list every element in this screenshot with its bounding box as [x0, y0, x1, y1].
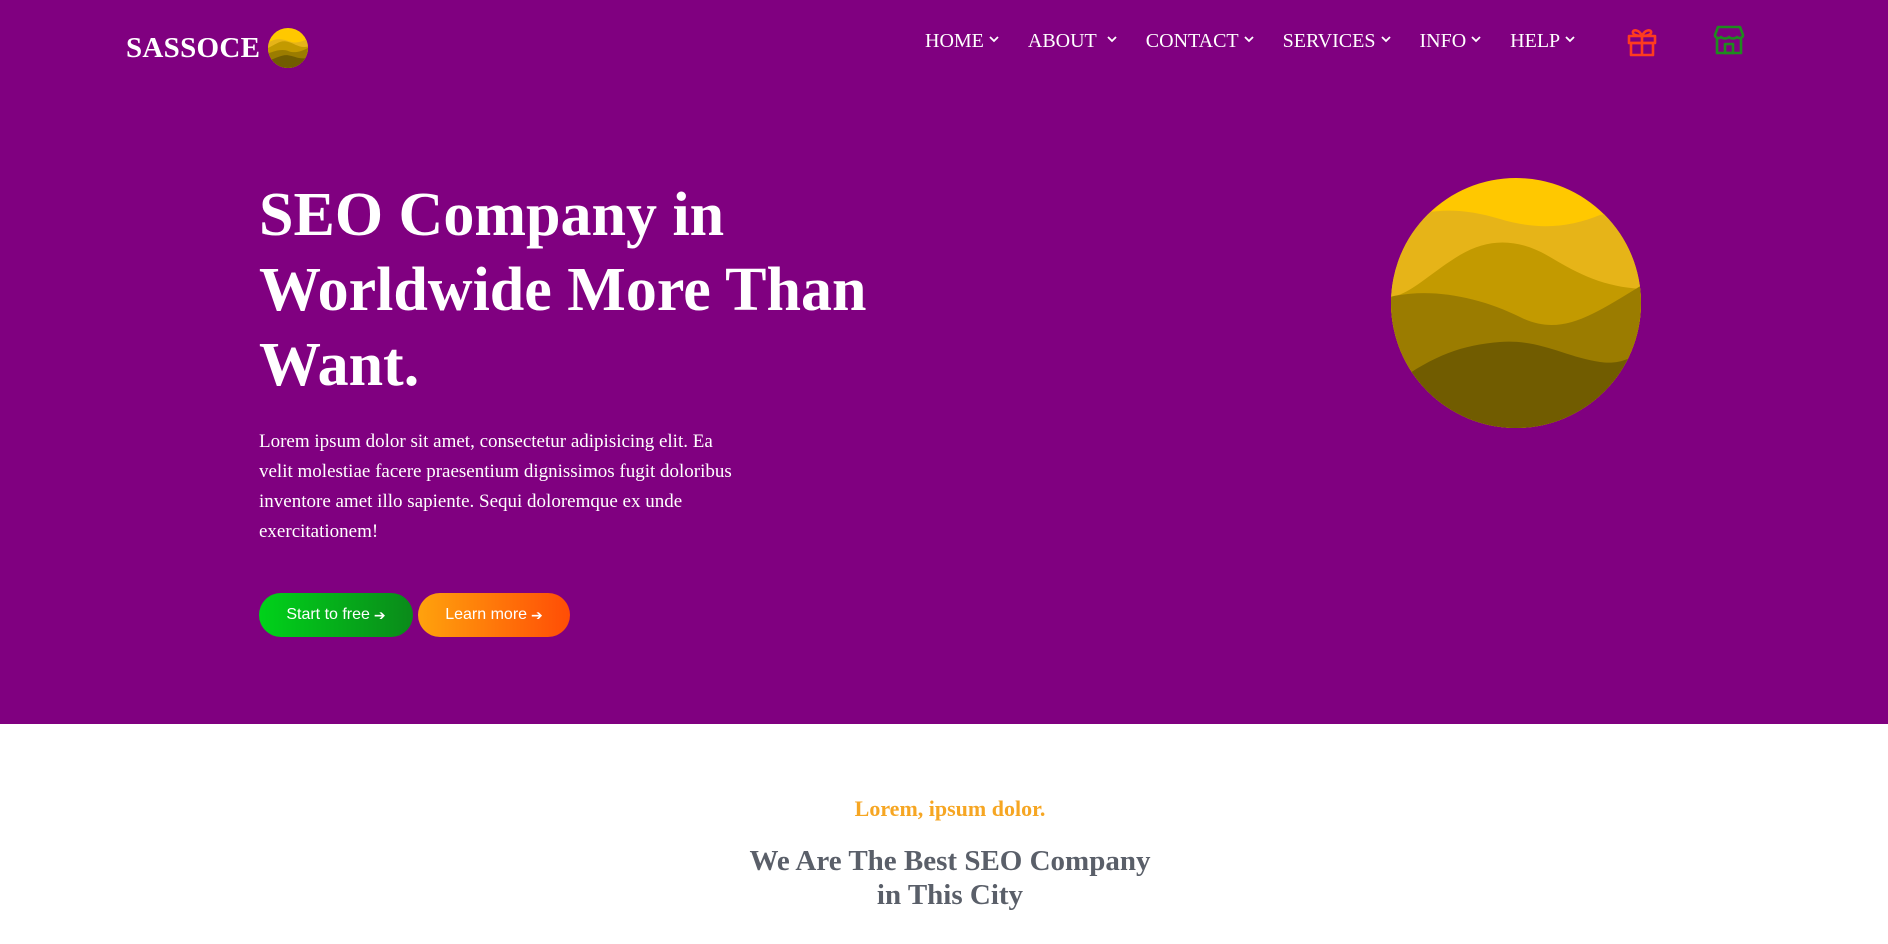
- chevron-down-icon: [1380, 36, 1391, 43]
- chevron-down-icon: [1565, 36, 1575, 43]
- arrow-right-icon: ➔: [531, 606, 543, 623]
- nav-item-contact[interactable]: CONTACT: [1146, 30, 1254, 53]
- logo-icon: [268, 28, 309, 68]
- section-title-line1: We Are The Best SEO Company: [749, 845, 1151, 877]
- nav-label: INFO: [1419, 30, 1467, 52]
- hero-description: Lorem ipsum dolor sit amet, consectetur …: [259, 431, 732, 542]
- nav-item-help[interactable]: HELP: [1510, 30, 1575, 53]
- chevron-down-icon: [1107, 36, 1117, 43]
- nav-label: HELP: [1510, 30, 1561, 52]
- nav-label: SERVICES: [1282, 30, 1376, 52]
- nav-item-about[interactable]: ABOUT: [1028, 30, 1117, 53]
- learn-more-label: Learn more: [445, 606, 528, 623]
- chevron-down-icon: [1471, 36, 1481, 43]
- nav-label: CONTACT: [1145, 30, 1239, 52]
- section-eyebrow: Lorem, ipsum dolor.: [854, 796, 1046, 821]
- hero-title: SEO Company in Worldwide More Than Want.: [259, 181, 867, 399]
- section-title: We Are The Best SEO Company in This City: [0, 844, 1888, 912]
- section-title-line2: in This City: [876, 879, 1024, 911]
- brand[interactable]: SASSOCE: [126, 28, 309, 68]
- store-icon[interactable]: [1712, 23, 1746, 62]
- gift-icon[interactable]: [1625, 24, 1659, 63]
- chevron-down-icon: [1243, 36, 1254, 43]
- chevron-down-icon: [989, 36, 999, 43]
- nav-label: ABOUT: [1027, 30, 1097, 52]
- hero-section: SASSOCE HOME ABOUT CONTACT SERVICES INFO…: [0, 0, 1888, 724]
- start-free-label: Start to free: [286, 606, 370, 623]
- main-nav: HOME ABOUT CONTACT SERVICES INFO HELP: [925, 30, 1604, 53]
- nav-label: HOME: [925, 30, 984, 52]
- learn-more-button[interactable]: Learn more ➔: [418, 593, 570, 637]
- arrow-right-icon: ➔: [373, 606, 386, 623]
- nav-item-services[interactable]: SERVICES: [1283, 30, 1391, 53]
- brand-name: SASSOCE: [126, 31, 261, 64]
- nav-item-home[interactable]: HOME: [925, 30, 999, 53]
- hero-illustration: [1390, 177, 1642, 429]
- nav-item-info[interactable]: INFO: [1420, 30, 1482, 53]
- start-free-button[interactable]: Start to free ➔: [259, 593, 413, 637]
